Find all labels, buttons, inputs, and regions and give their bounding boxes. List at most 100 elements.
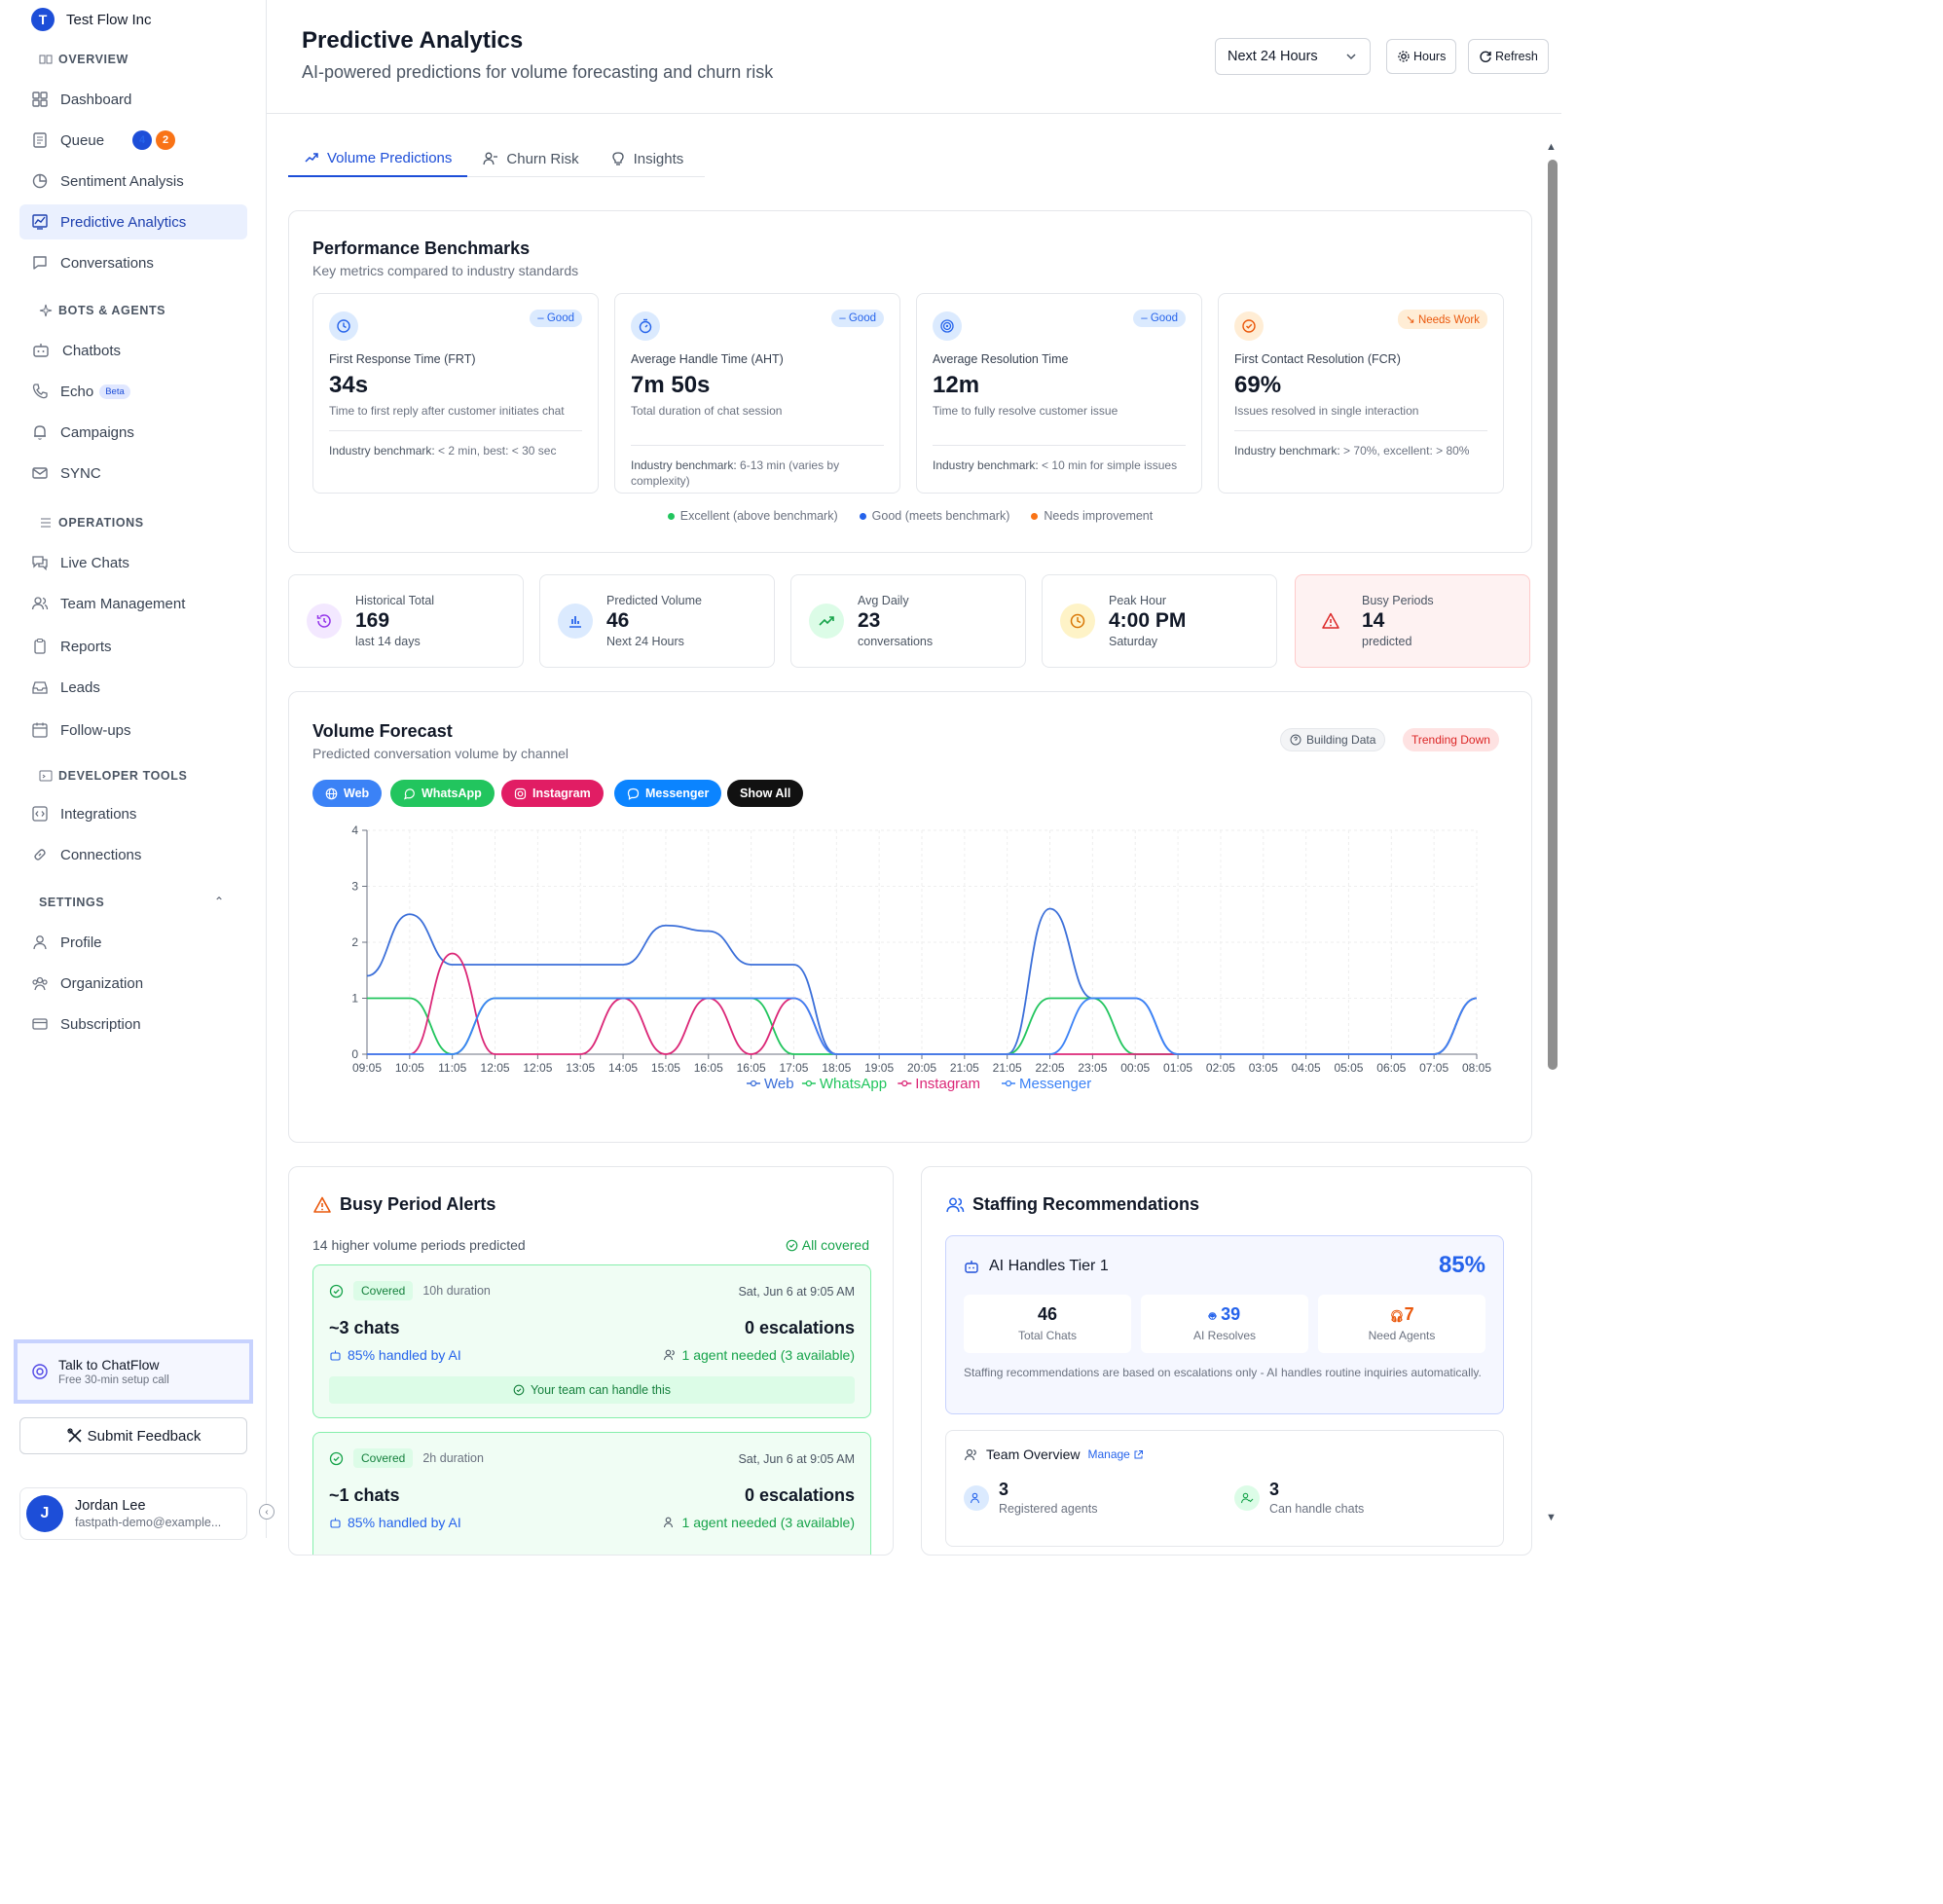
x-tick-label: 21:05 <box>993 1061 1022 1075</box>
stat-label: Predicted Volume <box>606 594 702 607</box>
talk-to-chatflow-card[interactable]: Talk to ChatFlow Free 30-min setup call <box>14 1339 253 1404</box>
sidebar-item-followups[interactable]: Follow-ups <box>19 713 247 748</box>
sidebar-item-sync[interactable]: SYNC <box>19 456 247 491</box>
filter-messenger[interactable]: Messenger <box>614 780 722 807</box>
sidebar-item-label: Dashboard <box>60 91 132 108</box>
chat-bubble-icon <box>33 256 47 270</box>
sidebar-item-queue[interactable]: Queue 4 2 <box>19 123 247 158</box>
refresh-button[interactable]: Refresh <box>1468 39 1549 74</box>
overview-icon <box>39 55 53 64</box>
user-email: fastpath-demo@example... <box>75 1516 222 1529</box>
scroll-down-arrow[interactable]: ▼ <box>1546 1512 1557 1523</box>
legend-label: Instagram <box>915 1076 980 1092</box>
alert-item[interactable]: Covered 10h duration Sat, Jun 6 at 9:05 … <box>312 1264 871 1418</box>
x-tick-label: 02:05 <box>1206 1061 1235 1075</box>
users-icon <box>31 597 49 610</box>
user-menu[interactable]: J Jordan Lee fastpath-demo@example... <box>19 1487 247 1540</box>
tab-churn-risk[interactable]: Churn Risk <box>467 140 594 177</box>
sidebar-item-subscription[interactable]: Subscription <box>19 1007 247 1042</box>
robot-icon <box>330 1518 341 1528</box>
sidebar-item-reports[interactable]: Reports <box>19 629 247 664</box>
check-circle-icon <box>513 1384 525 1396</box>
sidebar-item-organization[interactable]: Organization <box>19 966 247 1001</box>
submit-feedback-button[interactable]: Submit Feedback <box>19 1417 247 1454</box>
alert-ai-share: 85% handled by AI <box>329 1347 461 1363</box>
sidebar-item-echo[interactable]: Echo Beta <box>19 374 247 409</box>
stat-label: Peak Hour <box>1109 594 1167 607</box>
legend-label: WhatsApp <box>820 1076 887 1092</box>
headset-icon: 🎧︎ <box>1389 1309 1405 1323</box>
users-icon <box>964 1485 989 1511</box>
legend-marker-dot <box>901 1080 908 1087</box>
staffing-title: Staffing Recommendations <box>972 1194 1200 1214</box>
x-tick-label: 08:05 <box>1462 1061 1491 1075</box>
sidebar-item-conversations[interactable]: Conversations <box>19 245 247 280</box>
sidebar-item-campaigns[interactable]: Campaigns <box>19 415 247 450</box>
mail-icon <box>32 467 48 479</box>
filter-show-all[interactable]: Show All <box>727 780 804 807</box>
staffing-note: Staffing recommendations are based on es… <box>964 1366 1482 1379</box>
sidebar-item-label: Profile <box>60 934 102 951</box>
section-overview: OVERVIEW <box>39 53 128 66</box>
covered-badge: Covered <box>353 1448 414 1468</box>
x-tick-label: 14:05 <box>608 1061 638 1075</box>
can-handle-stat: 3 Can handle chats <box>1234 1480 1364 1516</box>
sidebar-item-label: Integrations <box>60 805 137 823</box>
alert-item[interactable]: Covered 2h duration Sat, Jun 6 at 9:05 A… <box>312 1432 871 1555</box>
stat-busy-periods: Busy Periods 14 predicted <box>1295 574 1530 668</box>
filter-instagram[interactable]: Instagram <box>501 780 604 807</box>
x-tick-label: 20:05 <box>907 1061 936 1075</box>
x-tick-label: 18:05 <box>822 1061 851 1075</box>
sidebar-item-leads[interactable]: Leads <box>19 670 247 705</box>
sidebar-item-label: Predictive Analytics <box>60 213 187 231</box>
benchmark-card-resolution: – Good Average Resolution Time 12m Time … <box>916 293 1202 494</box>
sidebar-item-dashboard[interactable]: Dashboard <box>19 82 247 117</box>
filter-whatsapp[interactable]: WhatsApp <box>390 780 495 807</box>
scrollbar-thumb[interactable] <box>1548 160 1558 1070</box>
users-icon <box>663 1517 673 1528</box>
benchmark-card-frt: – Good First Response Time (FRT) 34s Tim… <box>312 293 599 494</box>
benchmark-industry: Industry benchmark: < 10 min for simple … <box>933 458 1178 473</box>
sidebar-item-chatbots[interactable]: Chatbots <box>19 333 247 368</box>
sidebar-item-label: Leads <box>60 678 100 696</box>
legend-good: Good (meets benchmark) <box>859 509 1009 523</box>
sidebar-item-connections[interactable]: Connections <box>19 837 247 872</box>
volume-forecast-chart: 0 1 2 3 4 09:05 10:05 11:05 12:05 12:05 13:05 14:05… <box>351 824 1491 1092</box>
check-circle-icon <box>329 1284 344 1298</box>
stat-value: 14 <box>1362 609 1385 632</box>
filter-web[interactable]: Web <box>312 780 383 807</box>
sidebar-item-integrations[interactable]: Integrations <box>19 796 247 831</box>
scroll-up-arrow[interactable]: ▲ <box>1546 141 1557 153</box>
y-tick-label: 2 <box>351 935 358 949</box>
stat-avg-daily: Avg Daily 23 conversations <box>790 574 1026 668</box>
group-icon <box>32 976 48 991</box>
tab-insights[interactable]: Insights <box>595 140 700 177</box>
period-select[interactable]: Next 24 Hours <box>1215 38 1371 75</box>
chevron-up-icon[interactable]: ⌃ <box>214 895 225 908</box>
stat-value: 169 <box>355 609 390 632</box>
status-badge: ↘ Needs Work <box>1398 310 1487 329</box>
queue-icon <box>33 132 47 148</box>
legend-needs-improvement: Needs improvement <box>1031 509 1153 523</box>
section-settings[interactable]: SETTINGS ⌃ <box>39 895 224 909</box>
stat-sub: Saturday <box>1109 635 1158 648</box>
user-icon <box>33 935 47 950</box>
code-box-icon <box>32 806 48 822</box>
tab-volume-predictions[interactable]: Volume Predictions <box>288 140 468 177</box>
sidebar-item-profile[interactable]: Profile <box>19 925 247 960</box>
sidebar-item-team-management[interactable]: Team Management <box>19 586 247 621</box>
sidebar-item-live-chats[interactable]: Live Chats <box>19 545 247 580</box>
bar-chart-icon <box>558 604 593 639</box>
link-icon <box>34 849 46 860</box>
stat-label: Avg Daily <box>858 594 909 607</box>
hours-button[interactable]: Hours <box>1386 39 1457 74</box>
collapse-sidebar-icon[interactable]: ‹ <box>259 1504 275 1520</box>
lightbulb-icon <box>611 152 624 165</box>
messenger-icon <box>627 787 640 800</box>
external-link-icon <box>1134 1449 1143 1458</box>
sidebar-item-predictive[interactable]: Predictive Analytics <box>19 204 247 239</box>
building-data-tag: Building Data <box>1280 728 1386 751</box>
org-switcher[interactable]: T Test Flow Inc <box>31 8 152 31</box>
manage-link[interactable]: Manage <box>1087 1447 1143 1461</box>
sidebar-item-sentiment[interactable]: Sentiment Analysis <box>19 164 247 199</box>
